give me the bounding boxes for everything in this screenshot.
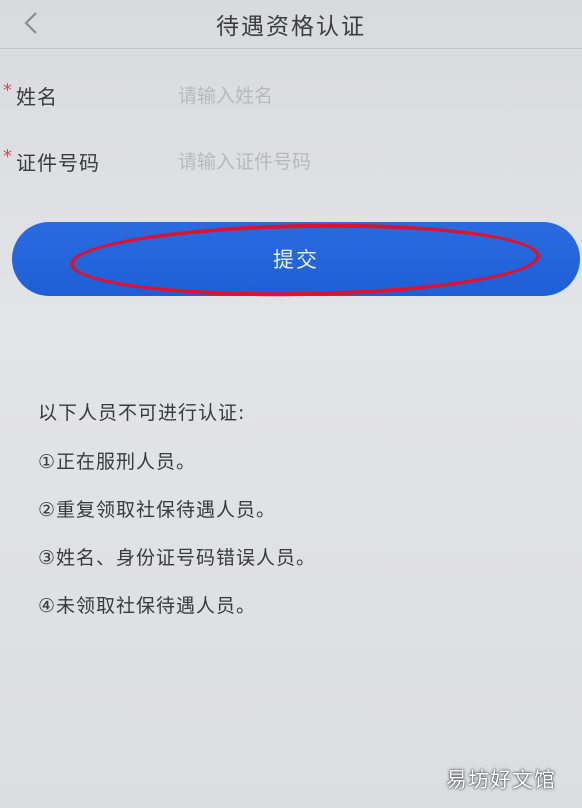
name-input[interactable]	[176, 80, 560, 112]
page-title: 待遇资格认证	[216, 14, 366, 40]
back-button[interactable]	[18, 8, 44, 38]
id-number-input[interactable]	[176, 146, 560, 178]
notice-section: 以下人员不可进行认证: ①正在服刑人员。 ②重复领取社保待遇人员。 ③姓名、身份…	[38, 398, 558, 639]
notice-item: ④未领取社保待遇人员。	[38, 595, 257, 617]
header-bar: 待遇资格认证	[0, 0, 582, 49]
name-label: 姓名	[16, 85, 58, 109]
notice-item: ③姓名、身份证号码错误人员。	[38, 547, 317, 569]
submit-button[interactable]: 提交	[12, 222, 580, 296]
id-number-label: 证件号码	[16, 151, 100, 175]
notice-title: 以下人员不可进行认证:	[38, 402, 246, 424]
submit-area: 提交	[12, 219, 580, 301]
watermark: 易坊好文馆	[446, 768, 556, 792]
required-mark: *	[3, 146, 12, 167]
notice-item: ②重复领取社保待遇人员。	[38, 499, 277, 521]
required-mark: *	[3, 80, 12, 101]
name-row: * 姓名	[0, 68, 582, 122]
notice-item: ①正在服刑人员。	[38, 451, 197, 473]
id-number-row: * 证件号码	[0, 134, 582, 188]
chevron-left-icon	[24, 12, 37, 34]
